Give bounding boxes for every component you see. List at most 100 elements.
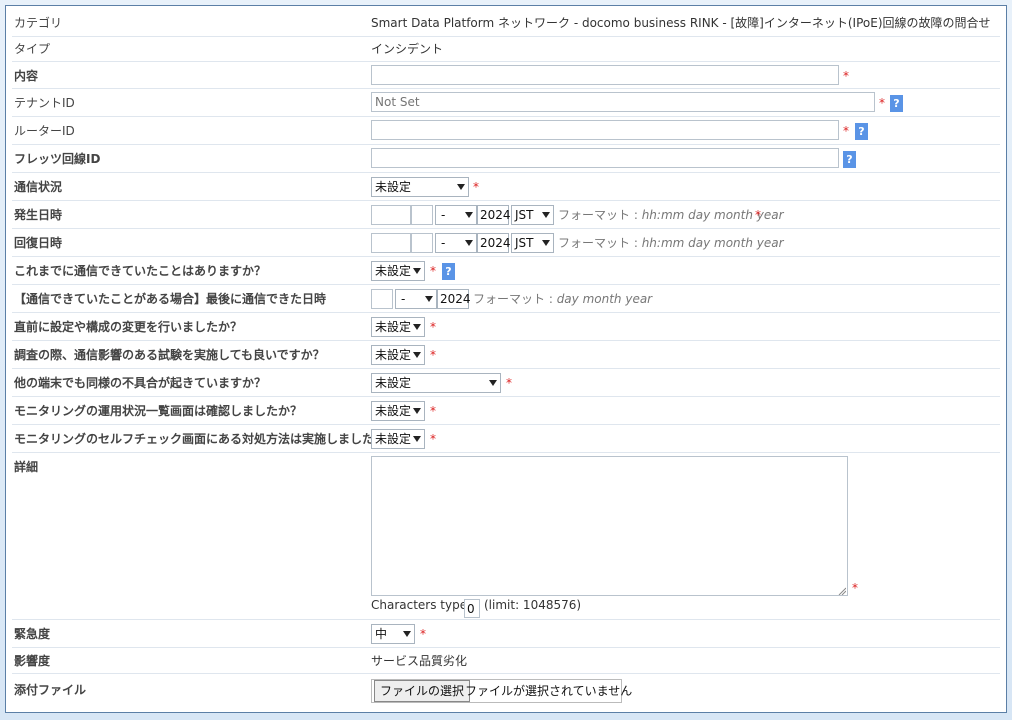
comm-status-select[interactable]: 未設定 — [371, 177, 469, 197]
impact-value: サービス品質劣化 — [371, 654, 468, 668]
router-id-label: ルーターID — [14, 124, 75, 138]
last-comm-month-selected: - — [401, 292, 406, 306]
recovered-year-field[interactable]: 2024 — [477, 233, 511, 253]
required-mark: * — [852, 581, 858, 595]
occurred-tz-selected: JST — [515, 208, 534, 222]
format-pattern: day month year — [556, 292, 653, 306]
row-other-terminal: 他の端末でも同様の不具合が起きていますか？ 未設定 * — [12, 369, 1000, 397]
self-check-label: モニタリングのセルフチェック画面にある対処方法は実施しましたか？ — [14, 432, 399, 446]
recovered-tz-selected: JST — [515, 236, 534, 250]
config-change-select[interactable]: 未設定 — [371, 317, 425, 337]
help-icon[interactable]: ? — [843, 151, 856, 168]
type-value: インシデント — [371, 42, 444, 56]
test-ok-label: 調査の際、通信影響のある試験を実施しても良いですか？ — [14, 348, 325, 362]
help-icon[interactable]: ? — [442, 263, 455, 280]
occurred-tz-select[interactable]: JST — [511, 205, 554, 225]
recovered-hour-input[interactable] — [371, 233, 411, 253]
required-mark: * — [473, 180, 479, 194]
required-mark: * — [430, 348, 436, 362]
flets-id-input[interactable] — [371, 148, 839, 168]
required-mark: * — [430, 320, 436, 334]
chars-limit: (limit: 1048576) — [484, 598, 582, 612]
content-input[interactable] — [371, 65, 839, 85]
recovered-day-select[interactable]: - — [435, 233, 477, 253]
required-mark: * — [430, 404, 436, 418]
occurred-format: フォーマット : hh:mm day month year — [558, 201, 784, 229]
urgency-select[interactable]: 中 — [371, 624, 415, 644]
row-category: カテゴリ Smart Data Platform ネットワーク - docomo… — [12, 9, 1000, 37]
last-comm-label: 【通信できていたことがある場合】最後に通信できた日時 — [14, 292, 327, 306]
file-input[interactable]: ファイルの選択 ファイルが選択されていません — [371, 679, 632, 703]
self-check-select[interactable]: 未設定 — [371, 429, 425, 449]
required-mark: * — [755, 208, 761, 222]
required-mark: * — [430, 432, 436, 446]
occurred-year-field[interactable]: 2024 — [477, 205, 511, 225]
recovered-year: 2024 — [480, 236, 511, 250]
required-mark: * — [506, 376, 512, 390]
router-id-input[interactable] — [371, 120, 839, 140]
chars-typed-count — [464, 599, 480, 618]
last-comm-month-select[interactable]: - — [395, 289, 437, 309]
chevron-down-icon — [542, 240, 550, 246]
row-details: 詳細 * Characters typed: (limit: 1048576) — [12, 453, 1000, 620]
required-mark: * — [430, 264, 436, 278]
urgency-label: 緊急度 — [14, 627, 51, 641]
row-impact: 影響度 サービス品質劣化 — [12, 648, 1000, 674]
last-comm-year-field[interactable]: 2024 — [437, 289, 471, 309]
last-comm-format: フォーマット : day month year — [473, 285, 652, 313]
monitor-list-select[interactable]: 未設定 — [371, 401, 425, 421]
details-label: 詳細 — [14, 460, 39, 474]
chevron-down-icon — [413, 408, 421, 414]
row-tenant-id: テナントID * ? — [12, 89, 1000, 117]
occurred-hour-input[interactable] — [371, 205, 411, 225]
chevron-down-icon — [413, 324, 421, 330]
required-mark: * — [843, 69, 849, 83]
occurred-day-select[interactable]: - — [435, 205, 477, 225]
other-terminal-select[interactable]: 未設定 — [371, 373, 501, 393]
could-comm-before-label: これまでに通信できていたことはありますか？ — [14, 264, 267, 278]
row-content: 内容 * — [12, 62, 1000, 89]
config-change-label: 直前に設定や構成の変更を行いましたか？ — [14, 320, 243, 334]
row-flets-id: フレッツ回線ID ? — [12, 145, 1000, 173]
test-ok-selected: 未設定 — [375, 348, 412, 362]
chevron-down-icon — [425, 296, 433, 302]
config-change-selected: 未設定 — [375, 320, 412, 334]
help-icon[interactable]: ? — [890, 95, 903, 112]
tenant-id-input[interactable] — [371, 92, 875, 112]
choose-file-button[interactable]: ファイルの選択 — [374, 680, 471, 702]
details-textarea[interactable] — [371, 456, 848, 596]
could-comm-before-select[interactable]: 未設定 — [371, 261, 425, 281]
could-comm-before-selected: 未設定 — [375, 264, 412, 278]
required-mark: * — [879, 96, 885, 110]
row-config-change: 直前に設定や構成の変更を行いましたか？ 未設定 * — [12, 313, 1000, 341]
row-last-comm: 【通信できていたことがある場合】最後に通信できた日時 - 2024 フォーマット… — [12, 285, 1000, 313]
occurred-year: 2024 — [480, 208, 511, 222]
format-pattern: hh:mm day month year — [641, 208, 784, 222]
flets-id-label: フレッツ回線ID — [14, 152, 101, 166]
occurred-minute-input[interactable] — [411, 205, 433, 225]
chevron-down-icon — [489, 380, 497, 386]
category-label: カテゴリ — [14, 16, 63, 30]
resize-grip-icon[interactable] — [838, 587, 846, 595]
incident-form: カテゴリ Smart Data Platform ネットワーク - docomo… — [5, 5, 1007, 713]
required-mark: * — [843, 124, 849, 138]
test-ok-select[interactable]: 未設定 — [371, 345, 425, 365]
format-pattern: hh:mm day month year — [641, 236, 784, 250]
category-value: Smart Data Platform ネットワーク - docomo busi… — [371, 16, 991, 30]
other-terminal-label: 他の端末でも同様の不具合が起きていますか？ — [14, 376, 267, 390]
urgency-selected: 中 — [375, 627, 388, 641]
file-status: ファイルが選択されていません — [465, 684, 633, 698]
recovered-minute-input[interactable] — [411, 233, 433, 253]
last-comm-day-input[interactable] — [371, 289, 393, 309]
row-recovered: 回復日時 - 2024 JST フォーマット : hh:mm day month… — [12, 229, 1000, 257]
self-check-selected: 未設定 — [375, 432, 412, 446]
content-label: 内容 — [14, 69, 39, 83]
row-type: タイプ インシデント — [12, 37, 1000, 62]
recovered-day-selected: - — [441, 236, 446, 250]
recovered-tz-select[interactable]: JST — [511, 233, 554, 253]
help-icon[interactable]: ? — [855, 123, 868, 140]
row-test-ok: 調査の際、通信影響のある試験を実施しても良いですか？ 未設定 * — [12, 341, 1000, 369]
row-urgency: 緊急度 中 * — [12, 620, 1000, 648]
attachment-label: 添付ファイル — [14, 683, 87, 697]
row-attachment: 添付ファイル ファイルの選択 ファイルが選択されていません — [12, 674, 1000, 706]
